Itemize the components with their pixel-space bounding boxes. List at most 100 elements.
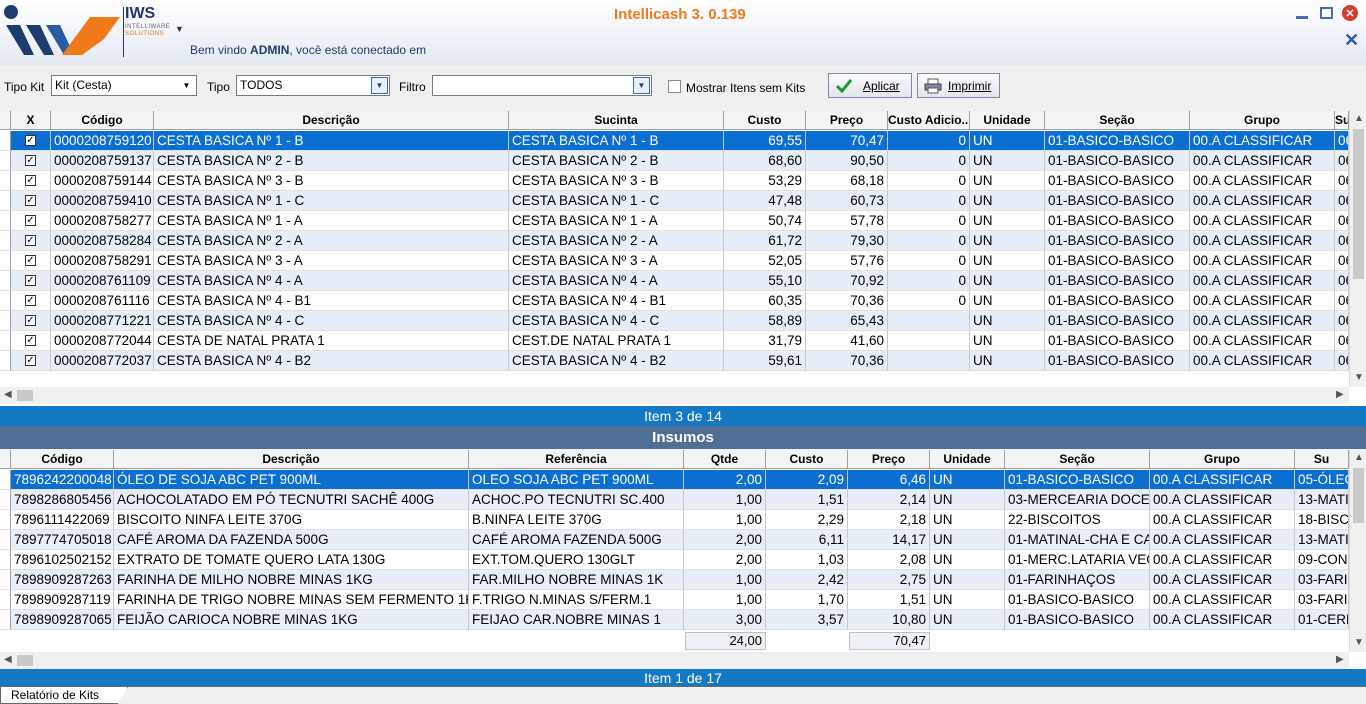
table-row[interactable]: ✓ 0000208758291 CESTA BASICA Nº 3 - A CESTA… bbox=[0, 251, 1366, 271]
cell-descricao[interactable]: CESTA BASICA Nº 3 - A bbox=[154, 251, 509, 271]
cell-unidade[interactable]: UN bbox=[930, 590, 1005, 610]
cell-preco[interactable]: 79,30 bbox=[806, 231, 888, 251]
cell-grupo[interactable]: 00.A CLASSIFICAR bbox=[1150, 570, 1295, 590]
cell-codigo[interactable]: 0000208761116 bbox=[51, 291, 154, 311]
cell-grupo[interactable]: 00.A CLASSIFICAR bbox=[1190, 151, 1335, 171]
scroll-down-icon[interactable]: ▼ bbox=[1354, 372, 1364, 383]
cell-custo[interactable]: 6,11 bbox=[766, 530, 848, 550]
cell-custo[interactable]: 60,35 bbox=[724, 291, 806, 311]
cell-qtde[interactable]: 1,00 bbox=[684, 510, 766, 530]
cell-secao[interactable]: 01-BASICO-BASICO bbox=[1045, 151, 1190, 171]
cell-custo[interactable]: 47,48 bbox=[724, 191, 806, 211]
cell-custo[interactable]: 2,42 bbox=[766, 570, 848, 590]
kits-horizontal-scrollbar[interactable]: ◀ ▶ bbox=[0, 387, 1349, 404]
cell-codigo[interactable]: 7898909287065 bbox=[11, 610, 114, 630]
cell-secao[interactable]: 22-BISCOITOS bbox=[1005, 510, 1150, 530]
cell-descricao[interactable]: CESTA BASICA Nº 2 - B bbox=[154, 151, 509, 171]
row-checkbox[interactable]: ✓ bbox=[11, 291, 51, 311]
cell-secao[interactable]: 01-BASICO-BASICO bbox=[1045, 131, 1190, 151]
row-checkbox[interactable]: ✓ bbox=[11, 231, 51, 251]
cell-grupo[interactable]: 00.A CLASSIFICAR bbox=[1190, 131, 1335, 151]
cell-qtde[interactable]: 2,00 bbox=[684, 530, 766, 550]
column-header[interactable]: Seção bbox=[1005, 450, 1150, 469]
column-header[interactable]: Custo bbox=[766, 450, 848, 469]
cell-sub[interactable]: 18-BISCO bbox=[1295, 510, 1349, 530]
cell-qtde[interactable]: 2,00 bbox=[684, 470, 766, 490]
row-checkbox[interactable]: ✓ bbox=[11, 271, 51, 291]
cell-codigo[interactable]: 0000208759120 bbox=[51, 131, 154, 151]
cell-codigo[interactable]: 7897774705018 bbox=[11, 530, 114, 550]
table-row[interactable]: ✓ 0000208761116 CESTA BASICA Nº 4 - B1 CEST… bbox=[0, 291, 1366, 311]
cell-custo[interactable]: 55,10 bbox=[724, 271, 806, 291]
row-checkbox[interactable]: ✓ bbox=[11, 311, 51, 331]
cell-secao[interactable]: 01-FARINHAÇOS bbox=[1005, 570, 1150, 590]
cell-unidade[interactable]: UN bbox=[970, 291, 1045, 311]
cell-codigo[interactable]: 0000208758284 bbox=[51, 231, 154, 251]
cell-adicional[interactable]: 0 bbox=[888, 251, 970, 271]
scroll-up-icon[interactable]: ▲ bbox=[1354, 452, 1364, 463]
cell-unidade[interactable]: UN bbox=[970, 231, 1045, 251]
cell-unidade[interactable]: UN bbox=[970, 171, 1045, 191]
cell-unidade[interactable]: UN bbox=[970, 311, 1045, 331]
cell-grupo[interactable]: 00.A CLASSIFICAR bbox=[1190, 331, 1335, 351]
kits-vscroll-thumb[interactable] bbox=[1353, 129, 1364, 279]
cell-unidade[interactable]: UN bbox=[970, 331, 1045, 351]
cell-unidade[interactable]: UN bbox=[930, 470, 1005, 490]
cell-secao[interactable]: 01-BASICO-BASICO bbox=[1045, 171, 1190, 191]
cell-qtde[interactable]: 1,00 bbox=[684, 590, 766, 610]
cell-sub[interactable]: 06 bbox=[1335, 291, 1349, 311]
cell-unidade[interactable]: UN bbox=[930, 610, 1005, 630]
cell-sub[interactable]: 06 bbox=[1335, 311, 1349, 331]
cell-codigo[interactable]: 0000208771221 bbox=[51, 311, 154, 331]
cell-descricao[interactable]: CESTA BASICA Nº 4 - C bbox=[154, 311, 509, 331]
cell-adicional[interactable]: 0 bbox=[888, 191, 970, 211]
kits-hscroll-thumb[interactable] bbox=[17, 390, 33, 401]
cell-unidade[interactable]: UN bbox=[930, 490, 1005, 510]
cell-referencia[interactable]: CAFÉ AROMA FAZENDA 500G bbox=[469, 530, 684, 550]
cell-grupo[interactable]: 00.A CLASSIFICAR bbox=[1150, 510, 1295, 530]
cell-grupo[interactable]: 00.A CLASSIFICAR bbox=[1150, 590, 1295, 610]
cell-codigo[interactable]: 7896102502152 bbox=[11, 550, 114, 570]
cell-grupo[interactable]: 00.A CLASSIFICAR bbox=[1190, 351, 1335, 371]
cell-codigo[interactable]: 0000208758277 bbox=[51, 211, 154, 231]
cell-preco[interactable]: 2,08 bbox=[848, 550, 930, 570]
chevron-down-icon[interactable]: ▼ bbox=[371, 77, 388, 94]
cell-descricao[interactable]: FARINHA DE TRIGO NOBRE MINAS SEM FERMENT… bbox=[114, 590, 469, 610]
cell-adicional[interactable]: 0 bbox=[888, 271, 970, 291]
cell-unidade[interactable]: UN bbox=[970, 151, 1045, 171]
cell-adicional[interactable] bbox=[888, 331, 970, 351]
cell-grupo[interactable]: 00.A CLASSIFICAR bbox=[1190, 311, 1335, 331]
close-form-button[interactable]: ✕ bbox=[1344, 30, 1360, 50]
cell-sub[interactable]: 03-FARIN bbox=[1295, 570, 1349, 590]
column-header[interactable]: Código bbox=[51, 111, 154, 130]
cell-custo[interactable]: 69,55 bbox=[724, 131, 806, 151]
filtro-select[interactable]: ▼ bbox=[432, 75, 652, 96]
cell-descricao[interactable]: FEIJÃO CARIOCA NOBRE MINAS 1KG bbox=[114, 610, 469, 630]
cell-descricao[interactable]: ÓLEO DE SOJA ABC PET 900ML bbox=[114, 470, 469, 490]
chevron-down-icon[interactable]: ▼ bbox=[633, 77, 650, 94]
cell-secao[interactable]: 01-BASICO-BASICO bbox=[1045, 331, 1190, 351]
scroll-right-icon[interactable]: ▶ bbox=[1336, 654, 1344, 665]
cell-adicional[interactable] bbox=[888, 351, 970, 371]
cell-sub[interactable]: 06 bbox=[1335, 331, 1349, 351]
cell-preco[interactable]: 70,36 bbox=[806, 291, 888, 311]
cell-qtde[interactable]: 1,00 bbox=[684, 490, 766, 510]
cell-descricao[interactable]: CESTA BASICA Nº 1 - B bbox=[154, 131, 509, 151]
cell-preco[interactable]: 2,75 bbox=[848, 570, 930, 590]
cell-referencia[interactable]: OLEO SOJA ABC PET 900ML bbox=[469, 470, 684, 490]
cell-secao[interactable]: 01-BASICO-BASICO bbox=[1045, 291, 1190, 311]
cell-referencia[interactable]: EXT.TOM.QUERO 130GLT bbox=[469, 550, 684, 570]
cell-preco[interactable]: 57,76 bbox=[806, 251, 888, 271]
cell-preco[interactable]: 70,92 bbox=[806, 271, 888, 291]
imprimir-button[interactable]: Imprimir bbox=[917, 73, 1000, 98]
cell-codigo[interactable]: 7896242200048 bbox=[11, 470, 114, 490]
insumos-hscroll-thumb[interactable] bbox=[17, 655, 33, 666]
cell-secao[interactable]: 01-MERC.LATARIA VEG bbox=[1005, 550, 1150, 570]
cell-preco[interactable]: 70,36 bbox=[806, 351, 888, 371]
insumos-horizontal-scrollbar[interactable]: ◀ ▶ bbox=[0, 652, 1349, 669]
table-row[interactable]: 7897774705018 CAFÉ AROMA DA FAZENDA 500G C… bbox=[0, 530, 1366, 550]
scroll-down-icon[interactable]: ▼ bbox=[1354, 637, 1364, 648]
cell-preco[interactable]: 57,78 bbox=[806, 211, 888, 231]
cell-custo[interactable]: 1,70 bbox=[766, 590, 848, 610]
cell-descricao[interactable]: CESTA BASICA Nº 1 - C bbox=[154, 191, 509, 211]
